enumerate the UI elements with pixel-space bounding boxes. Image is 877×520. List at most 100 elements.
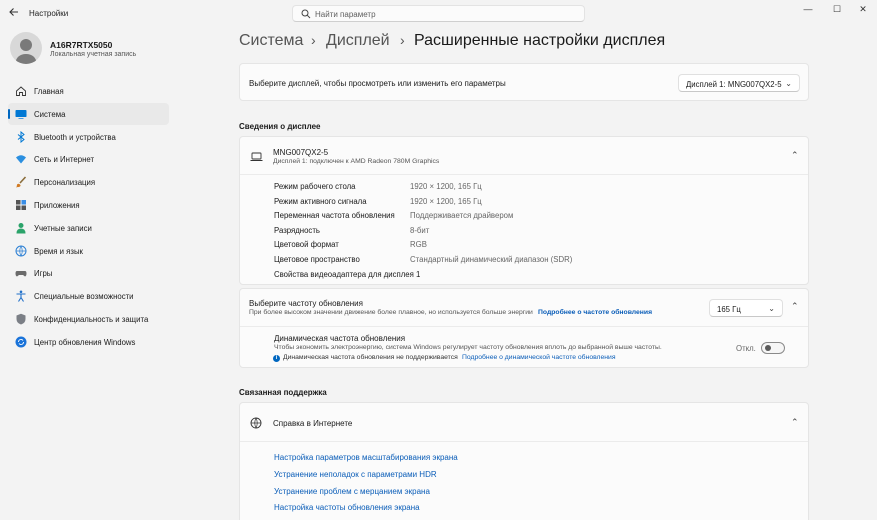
info-icon: i	[273, 355, 280, 362]
info-value: Поддерживается драйвером	[410, 211, 514, 220]
close-button[interactable]: ✕	[853, 2, 873, 16]
globe-clock-icon	[15, 245, 27, 257]
sidebar-item-label: Bluetooth и устройства	[34, 132, 116, 142]
dynamic-refresh-title: Динамическая частота обновления	[274, 334, 406, 343]
sidebar-item-personalization[interactable]: Персонализация	[8, 171, 169, 193]
gamepad-icon	[15, 271, 27, 277]
minimize-button[interactable]: —	[798, 2, 818, 16]
sidebar-item-label: Игры	[34, 269, 53, 279]
update-icon	[15, 336, 27, 348]
display-info-heading: Сведения о дисплее	[239, 122, 321, 131]
sidebar-item-apps[interactable]: Приложения	[8, 194, 169, 216]
dynamic-refresh-toggle[interactable]	[761, 342, 785, 354]
sidebar-item-home[interactable]: Главная	[8, 80, 169, 102]
info-value: RGB	[410, 240, 427, 249]
info-value: 1920 × 1200, 165 Гц	[410, 197, 482, 206]
maximize-button[interactable]: ☐	[827, 2, 847, 16]
sidebar-item-time-language[interactable]: Время и язык	[8, 240, 169, 262]
info-value: 1920 × 1200, 165 Гц	[410, 182, 482, 191]
sidebar-item-label: Учетные записи	[34, 223, 92, 233]
sidebar-nav: Главная Система Bluetooth и устройства С…	[8, 80, 169, 354]
refresh-rate-learn-more-link[interactable]: Подробнее о частоте обновления	[538, 309, 652, 316]
breadcrumb-separator: ›	[400, 32, 405, 48]
display-select-dropdown[interactable]: Дисплей 1: MNG007QX2-5 ⌄	[678, 74, 800, 92]
refresh-rate-dropdown[interactable]: 165 Гц ⌄	[709, 299, 783, 317]
related-support-card: Справка в Интернете ⌃ Настройка параметр…	[239, 402, 809, 520]
sidebar-item-label: Система	[34, 109, 66, 119]
sidebar-item-label: Время и язык	[34, 246, 83, 256]
dynamic-refresh-learn-more-link[interactable]: Подробнее о динамической частоте обновле…	[462, 354, 616, 361]
info-key: Переменная частота обновления	[274, 211, 395, 220]
app-title: Настройки	[29, 9, 69, 18]
apps-icon	[16, 199, 26, 210]
page-title: Расширенные настройки дисплея	[414, 32, 666, 49]
chevron-up-icon[interactable]: ⌃	[791, 150, 799, 161]
sidebar-item-label: Специальные возможности	[34, 292, 134, 302]
monitor-name: MNG007QX2-5	[273, 148, 329, 157]
sidebar-item-network[interactable]: Сеть и Интернет	[8, 148, 169, 170]
search-icon	[301, 9, 311, 19]
sidebar-item-privacy[interactable]: Конфиденциальность и защита	[8, 308, 169, 330]
display-select-label: Выберите дисплей, чтобы просмотреть или …	[249, 79, 506, 88]
user-silhouette-icon	[15, 39, 37, 64]
sidebar-item-gaming[interactable]: Игры	[8, 262, 169, 284]
accounts-icon	[16, 222, 26, 234]
sidebar-item-label: Центр обновления Windows	[34, 337, 136, 347]
help-link-scaling[interactable]: Настройка параметров масштабирования экр…	[274, 453, 458, 462]
bluetooth-icon	[17, 130, 25, 143]
divider	[240, 441, 808, 442]
display-info-card: MNG007QX2-5 Дисплей 1: подключен к AMD R…	[239, 136, 809, 285]
sidebar-item-label: Конфиденциальность и защита	[34, 314, 149, 324]
display-select-card: Выберите дисплей, чтобы просмотреть или …	[239, 63, 809, 101]
refresh-rate-card: Выберите частоту обновления При более вы…	[239, 288, 809, 368]
sidebar-item-windows-update[interactable]: Центр обновления Windows	[8, 331, 169, 353]
wifi-icon	[16, 155, 26, 164]
dynamic-refresh-description: Чтобы экономить электроэнергию, система …	[274, 344, 662, 351]
info-key: Режим рабочего стола	[274, 182, 356, 191]
back-arrow-icon	[9, 8, 18, 16]
sidebar-item-accounts[interactable]: Учетные записи	[8, 217, 169, 239]
chevron-down-icon: ⌄	[785, 79, 792, 88]
sidebar-item-label: Приложения	[34, 200, 80, 210]
sidebar-item-system[interactable]: Система	[8, 102, 169, 125]
sidebar-item-bluetooth[interactable]: Bluetooth и устройства	[8, 126, 169, 148]
chevron-up-icon[interactable]: ⌃	[791, 301, 799, 312]
breadcrumb-item-display[interactable]: Дисплей	[326, 32, 390, 50]
search-input[interactable]	[315, 8, 575, 20]
info-key: Цветовой формат	[274, 240, 339, 249]
search-box[interactable]	[292, 5, 585, 22]
info-key: Цветовое пространство	[274, 255, 360, 264]
toggle-knob	[765, 345, 771, 351]
online-help-title: Справка в Интернете	[273, 419, 353, 428]
sidebar-item-label: Сеть и Интернет	[34, 155, 95, 165]
avatar[interactable]	[10, 32, 42, 64]
toggle-state-label: Откл.	[736, 344, 756, 353]
info-value: 8-бит	[410, 226, 430, 235]
chevron-up-icon[interactable]: ⌃	[791, 417, 799, 428]
refresh-rate-value: 165 Гц	[717, 305, 741, 314]
title-bar: Настройки — ☐ ✕	[0, 0, 877, 28]
divider	[240, 174, 808, 175]
system-icon	[15, 109, 27, 119]
info-key: Разрядность	[274, 226, 320, 235]
back-button[interactable]	[6, 6, 22, 22]
sidebar-item-accessibility[interactable]: Специальные возможности	[8, 285, 169, 307]
dynamic-refresh-note: Динамическая частота обновления не подде…	[283, 354, 458, 361]
home-icon	[16, 86, 26, 96]
profile-account-type: Локальная учетная запись	[50, 51, 137, 58]
breadcrumb-item-system[interactable]: Система	[239, 32, 303, 50]
divider	[240, 326, 808, 327]
help-link-flicker[interactable]: Устранение проблем с мерцанием экрана	[274, 487, 430, 496]
adapter-properties-link[interactable]: Свойства видеоадаптера для дисплея 1	[274, 270, 420, 279]
related-support-heading: Связанная поддержка	[239, 388, 327, 397]
breadcrumb-separator: ›	[311, 32, 316, 48]
refresh-rate-title: Выберите частоту обновления	[249, 299, 363, 308]
shield-icon	[16, 313, 26, 325]
refresh-rate-description: При более высоком значении движение боле…	[249, 309, 533, 316]
brush-icon	[16, 176, 27, 188]
help-link-hdr[interactable]: Устранение неполадок с параметрами HDR	[274, 470, 437, 479]
help-link-refresh-rate[interactable]: Настройка частоты обновления экрана	[274, 503, 420, 512]
globe-icon	[250, 417, 262, 429]
sidebar-item-label: Персонализация	[34, 178, 96, 188]
chevron-down-icon: ⌄	[768, 304, 775, 313]
